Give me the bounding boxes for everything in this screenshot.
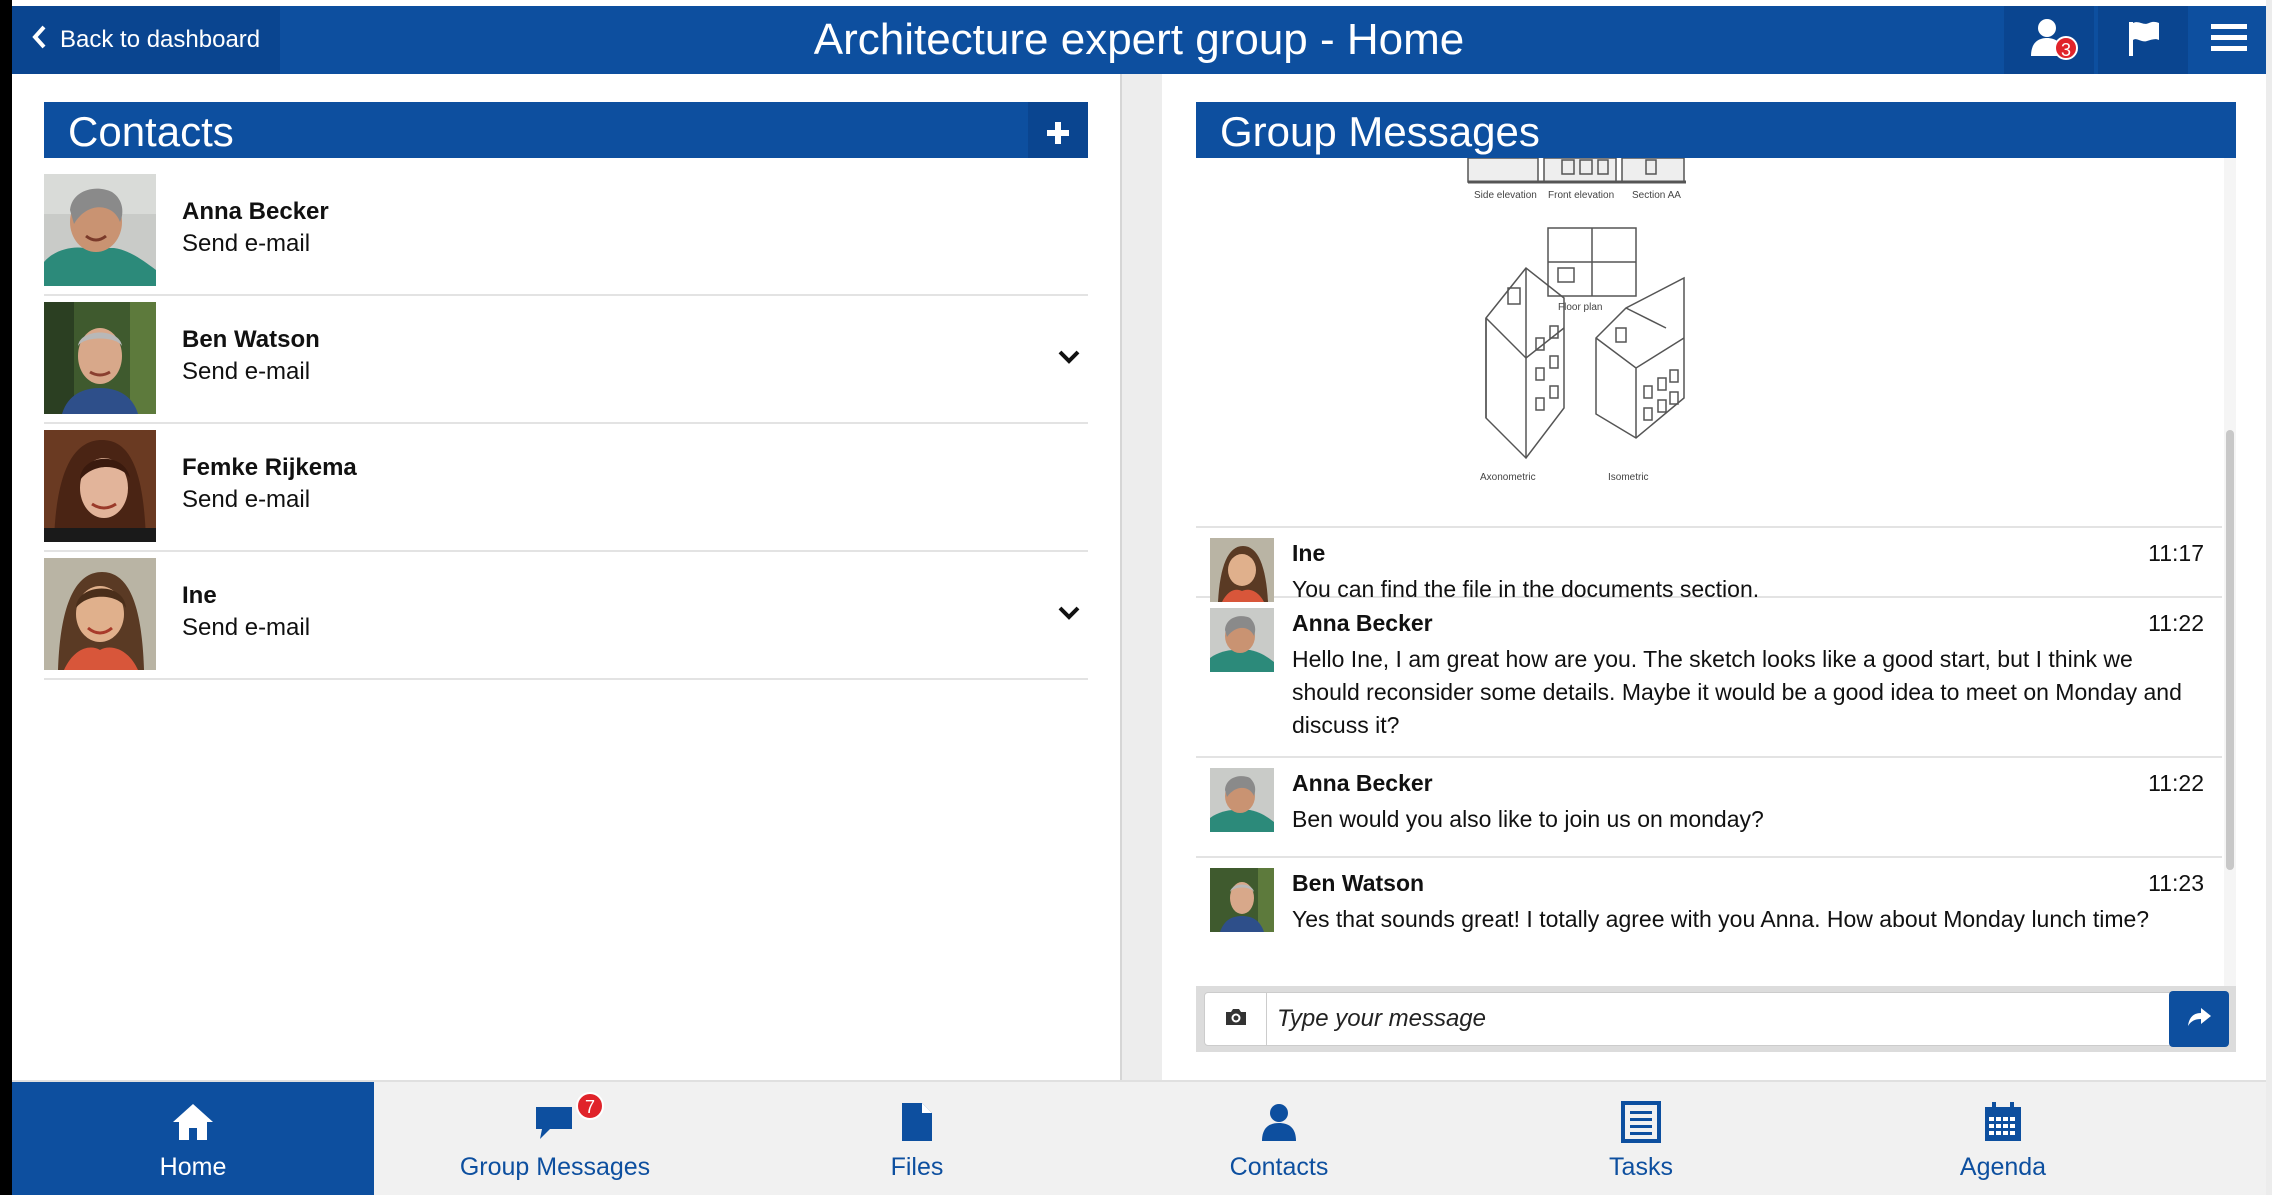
nav-contacts[interactable]: Contacts [1098, 1082, 1460, 1195]
back-label: Back to dashboard [60, 26, 261, 53]
nav-label: Tasks [1609, 1153, 1673, 1181]
message-scrollbar[interactable] [2224, 158, 2236, 986]
top-bar: Back to dashboard Architecture expert gr… [12, 6, 2266, 74]
nav-label: Home [159, 1153, 227, 1181]
nav-label: Group Messages [459, 1153, 651, 1181]
send-email-link[interactable]: Send e-mail [182, 358, 310, 386]
group-messages-pane: Group Messages Side elevation Front elev… [1162, 74, 2266, 1080]
avatar [1210, 868, 1274, 932]
camera-icon [1224, 1007, 1248, 1032]
send-arrow-icon [2186, 1006, 2212, 1033]
group-members-button[interactable]: 3 [2004, 6, 2094, 74]
back-to-dashboard-button[interactable]: Back to dashboard [12, 6, 280, 74]
flag-icon [2123, 18, 2163, 63]
send-email-link[interactable]: Send e-mail [182, 230, 310, 258]
message-sender: Ine [1292, 540, 1326, 566]
message-time: 11:22 [2148, 770, 2204, 796]
list-icon [1621, 1097, 1661, 1147]
window-edge [2266, 0, 2272, 1195]
chevron-left-icon [32, 24, 48, 56]
unread-badge: 7 [576, 1092, 604, 1120]
hamburger-icon [2211, 22, 2247, 59]
sketch-label: Section AA [1632, 190, 1681, 201]
nav-group-messages[interactable]: 7 Group Messages [374, 1082, 736, 1195]
message-time: 11:22 [2148, 610, 2204, 636]
calendar-icon [1983, 1097, 2023, 1147]
chevron-down-icon [1058, 606, 1080, 625]
expand-contact-button[interactable] [1054, 344, 1084, 374]
sketch-label: Isometric [1608, 472, 1649, 483]
message-sender: Anna Becker [1292, 610, 1433, 636]
person-icon [1258, 1097, 1300, 1147]
avatar [44, 302, 156, 414]
contact-item[interactable]: Femke Rijkema Send e-mail [44, 426, 1088, 552]
attach-photo-button[interactable] [1205, 993, 1267, 1045]
contact-item[interactable]: Ine Send e-mail [44, 554, 1088, 680]
nav-label: Files [890, 1153, 944, 1181]
pane-divider[interactable] [1120, 74, 1162, 1080]
bottom-navigation: Home 7 Group Messages Files Contacts Tas… [12, 1080, 2266, 1195]
message-item: Anna Becker 11:22 Hello Ine, I am great … [1196, 598, 2222, 758]
avatar [44, 558, 156, 670]
group-messages-title: Group Messages [1220, 108, 1540, 155]
menu-button[interactable] [2192, 6, 2266, 74]
message-item: Ben Watson 11:23 Yes that sounds great! … [1196, 858, 2222, 958]
window-edge [0, 0, 12, 1195]
message-text: Yes that sounds great! I totally agree w… [1292, 906, 2150, 932]
page-title: Architecture expert group - Home [813, 15, 1465, 64]
sketch-label: Axonometric [1480, 472, 1536, 483]
avatar [1210, 608, 1274, 672]
message-item: Ine 11:17 You can find the file in the d… [1196, 528, 2222, 602]
group-messages-header: Group Messages [1196, 102, 2236, 158]
scrollbar-thumb[interactable] [2226, 430, 2234, 870]
message-input[interactable] [1277, 999, 2127, 1039]
avatar [44, 430, 156, 542]
nav-label: Contacts [1229, 1153, 1329, 1181]
avatar [1210, 538, 1274, 602]
message-time: 11:23 [2148, 870, 2204, 896]
contacts-title: Contacts [68, 108, 234, 155]
contact-name: Ine [182, 582, 217, 609]
expand-contact-button[interactable] [1054, 600, 1084, 630]
contact-name: Femke Rijkema [182, 454, 357, 481]
message-sender: Ben Watson [1292, 870, 1425, 896]
contact-item[interactable]: Ben Watson Send e-mail [44, 298, 1088, 424]
nav-tasks[interactable]: Tasks [1460, 1082, 1822, 1195]
nav-label: Agenda [1959, 1153, 2047, 1181]
chevron-down-icon [1058, 350, 1080, 369]
home-icon [171, 1097, 215, 1147]
sketch-label: Floor plan [1558, 302, 1602, 313]
contacts-pane: Contacts Anna Becker Send e-mail Ben Wat… [12, 74, 1120, 1080]
flag-button[interactable] [2098, 6, 2188, 74]
send-email-link[interactable]: Send e-mail [182, 486, 310, 514]
contacts-header: Contacts [44, 102, 1088, 158]
message-list[interactable]: Side elevation Front elevation Section A… [1196, 158, 2222, 986]
message-sender: Anna Becker [1292, 770, 1433, 796]
contact-name: Ben Watson [182, 326, 320, 353]
send-email-link[interactable]: Send e-mail [182, 614, 310, 642]
file-icon [900, 1097, 934, 1147]
message-item: Anna Becker 11:22 Ben would you also lik… [1196, 758, 2222, 858]
message-text: Hello Ine, I am great how are you. The s… [1292, 646, 2182, 738]
composer-box [1204, 991, 2229, 1047]
sketch-label: Front elevation [1548, 190, 1614, 201]
message-text: Ben would you also like to join us on mo… [1292, 806, 1764, 832]
shared-sketch-image[interactable]: Side elevation Front elevation Section A… [1196, 158, 2222, 528]
notification-badge: 3 [2054, 36, 2078, 60]
add-contact-button[interactable] [1028, 102, 1088, 158]
avatar [1210, 768, 1274, 832]
message-time: 11:17 [2148, 540, 2204, 566]
contact-name: Anna Becker [182, 198, 329, 225]
avatar [44, 174, 156, 286]
chat-icon [532, 1097, 578, 1147]
nav-agenda[interactable]: Agenda [1822, 1082, 2184, 1195]
nav-home[interactable]: Home [12, 1082, 374, 1195]
contact-item[interactable]: Anna Becker Send e-mail [44, 170, 1088, 296]
plus-icon [1047, 100, 1069, 160]
app-window: Back to dashboard Architecture expert gr… [0, 0, 2272, 1195]
send-message-button[interactable] [2169, 991, 2229, 1047]
message-composer [1196, 986, 2236, 1052]
sketch-label: Side elevation [1474, 190, 1537, 201]
nav-files[interactable]: Files [736, 1082, 1098, 1195]
